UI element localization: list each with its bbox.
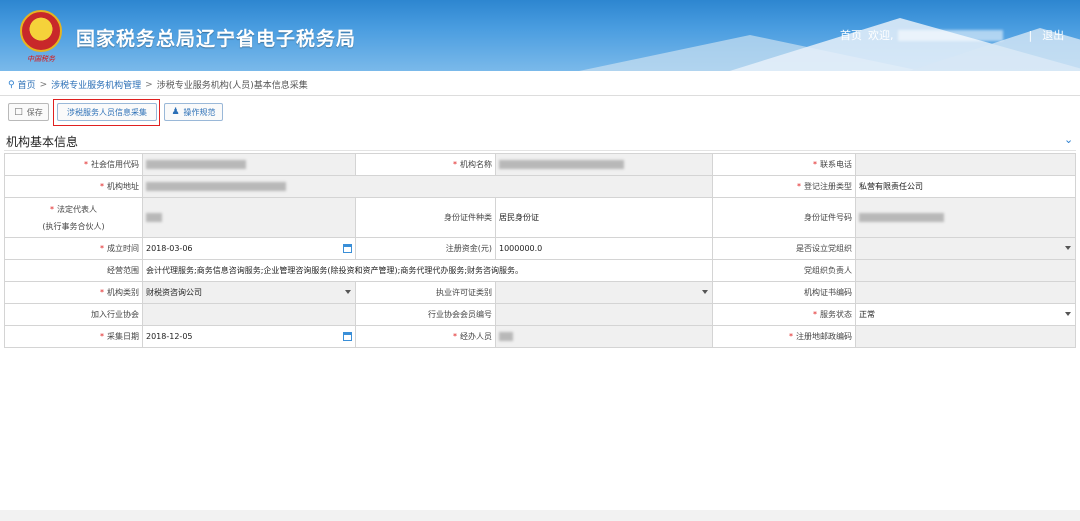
- service-status-select[interactable]: 正常: [855, 303, 1076, 326]
- assoc-no-label: 行业协会会员编号: [355, 303, 496, 326]
- chevron-down-icon: [1065, 245, 1071, 250]
- site-title: 国家税务总局辽宁省电子税务局: [76, 28, 357, 50]
- id-type-label: 身份证件种类: [355, 197, 496, 238]
- save-button[interactable]: □ 保存: [8, 103, 49, 121]
- postcode-field[interactable]: [855, 325, 1076, 348]
- org-type-label: * 机构类别: [4, 281, 143, 304]
- top-nav: 首页 欢迎, | 退出: [840, 27, 1064, 43]
- save-button-label: 保存: [26, 107, 43, 117]
- map-pin-icon: ⚲: [8, 79, 15, 90]
- breadcrumb-separator: >: [145, 79, 153, 90]
- operation-rules-button[interactable]: ♟ 操作规范: [164, 103, 223, 121]
- cert-no-field[interactable]: [855, 281, 1076, 304]
- scope-label: 经营范围: [4, 259, 143, 282]
- assoc-field[interactable]: [142, 303, 356, 326]
- site-header: 中国税务 国家税务总局辽宁省电子税务局 首页 欢迎, | 退出: [0, 0, 1080, 71]
- rule-button-label: 操作规范: [183, 107, 216, 117]
- party-org-label: 是否设立党组织: [712, 237, 856, 260]
- nav-separator: |: [1028, 28, 1033, 42]
- legal-rep-label: * 法定代表人 (执行事务合伙人): [4, 197, 143, 238]
- est-date-field[interactable]: 2018-03-06: [142, 237, 356, 260]
- party-leader-field[interactable]: [855, 259, 1076, 282]
- phone-field[interactable]: [855, 153, 1076, 176]
- cert-no-label: 机构证书编码: [712, 281, 856, 304]
- tax-emblem-icon: [20, 10, 62, 52]
- emblem-caption: 中国税务: [27, 55, 55, 63]
- collect-date-label: * 采集日期: [4, 325, 143, 348]
- collect-button-label: 涉税服务人员信息采集: [67, 107, 147, 117]
- section-title: 机构基本信息: [6, 135, 79, 149]
- reg-type-field: 私营有限责任公司: [855, 175, 1076, 198]
- assoc-label: 加入行业协会: [4, 303, 143, 326]
- chevron-down-icon[interactable]: ⌄: [1064, 133, 1073, 146]
- party-leader-label: 党组织负责人: [712, 259, 856, 282]
- capital-field[interactable]: 1000000.0: [495, 237, 713, 260]
- save-icon: □: [14, 107, 23, 117]
- nav-logout-link[interactable]: 退出: [1042, 27, 1064, 43]
- breadcrumb-level1[interactable]: 涉税专业服务机构管理: [51, 78, 141, 91]
- calendar-icon[interactable]: [343, 243, 352, 253]
- divider: [4, 150, 1076, 151]
- org-type-select[interactable]: 财税资咨询公司: [142, 281, 356, 304]
- breadcrumb-current: 涉税专业服务机构(人员)基本信息采集: [156, 81, 308, 91]
- capital-label: 注册资金(元): [355, 237, 496, 260]
- handler-field[interactable]: [495, 325, 713, 348]
- user-guide-icon: ♟: [171, 107, 180, 117]
- credit-code-label: * 社会信用代码: [4, 153, 143, 176]
- footer-strip: [0, 510, 1080, 521]
- id-type-field: 居民身份证: [495, 197, 713, 238]
- org-name-label: * 机构名称: [355, 153, 496, 176]
- collect-date-field[interactable]: 2018-12-05: [142, 325, 356, 348]
- license-type-label: 执业许可证类别: [355, 281, 496, 304]
- chevron-down-icon: [1065, 311, 1071, 316]
- nav-home-link[interactable]: 首页: [840, 27, 862, 43]
- party-org-select[interactable]: [855, 237, 1076, 260]
- est-date-label: * 成立时间: [4, 237, 143, 260]
- id-no-label: 身份证件号码: [712, 197, 856, 238]
- org-info-form: * 社会信用代码 * 机构名称 * 联系电话 * 机构地址 * 登记注册类型 私营有限责任…: [4, 153, 1076, 348]
- org-name-field[interactable]: [495, 153, 713, 176]
- chevron-down-icon: [345, 289, 351, 294]
- license-type-select[interactable]: [495, 281, 713, 304]
- breadcrumb: ⚲ 首页 > 涉税专业服务机构管理 > 涉税专业服务机构(人员)基本信息采集: [8, 78, 308, 92]
- legal-rep-field[interactable]: [142, 197, 356, 238]
- postcode-label: * 注册地邮政编码: [712, 325, 856, 348]
- chevron-down-icon: [702, 289, 708, 294]
- credit-code-field[interactable]: [142, 153, 356, 176]
- divider: [0, 95, 1080, 96]
- assoc-no-field[interactable]: [495, 303, 713, 326]
- calendar-icon[interactable]: [343, 331, 352, 341]
- phone-label: * 联系电话: [712, 153, 856, 176]
- collect-staff-info-button[interactable]: 涉税服务人员信息采集: [57, 103, 157, 121]
- address-field[interactable]: [142, 175, 713, 198]
- nav-welcome: 欢迎,: [868, 29, 894, 42]
- breadcrumb-separator: >: [39, 79, 48, 90]
- reg-type-label: * 登记注册类型: [712, 175, 856, 198]
- id-no-field[interactable]: [855, 197, 1076, 238]
- user-name-redacted: [897, 29, 1003, 41]
- service-status-label: * 服务状态: [712, 303, 856, 326]
- breadcrumb-home[interactable]: 首页: [18, 78, 36, 91]
- address-label: * 机构地址: [4, 175, 143, 198]
- scope-field[interactable]: 会计代理服务;商务信息咨询服务;企业管理咨询服务(除投资和资产管理);商务代理代…: [142, 259, 713, 282]
- handler-label: * 经办人员: [355, 325, 496, 348]
